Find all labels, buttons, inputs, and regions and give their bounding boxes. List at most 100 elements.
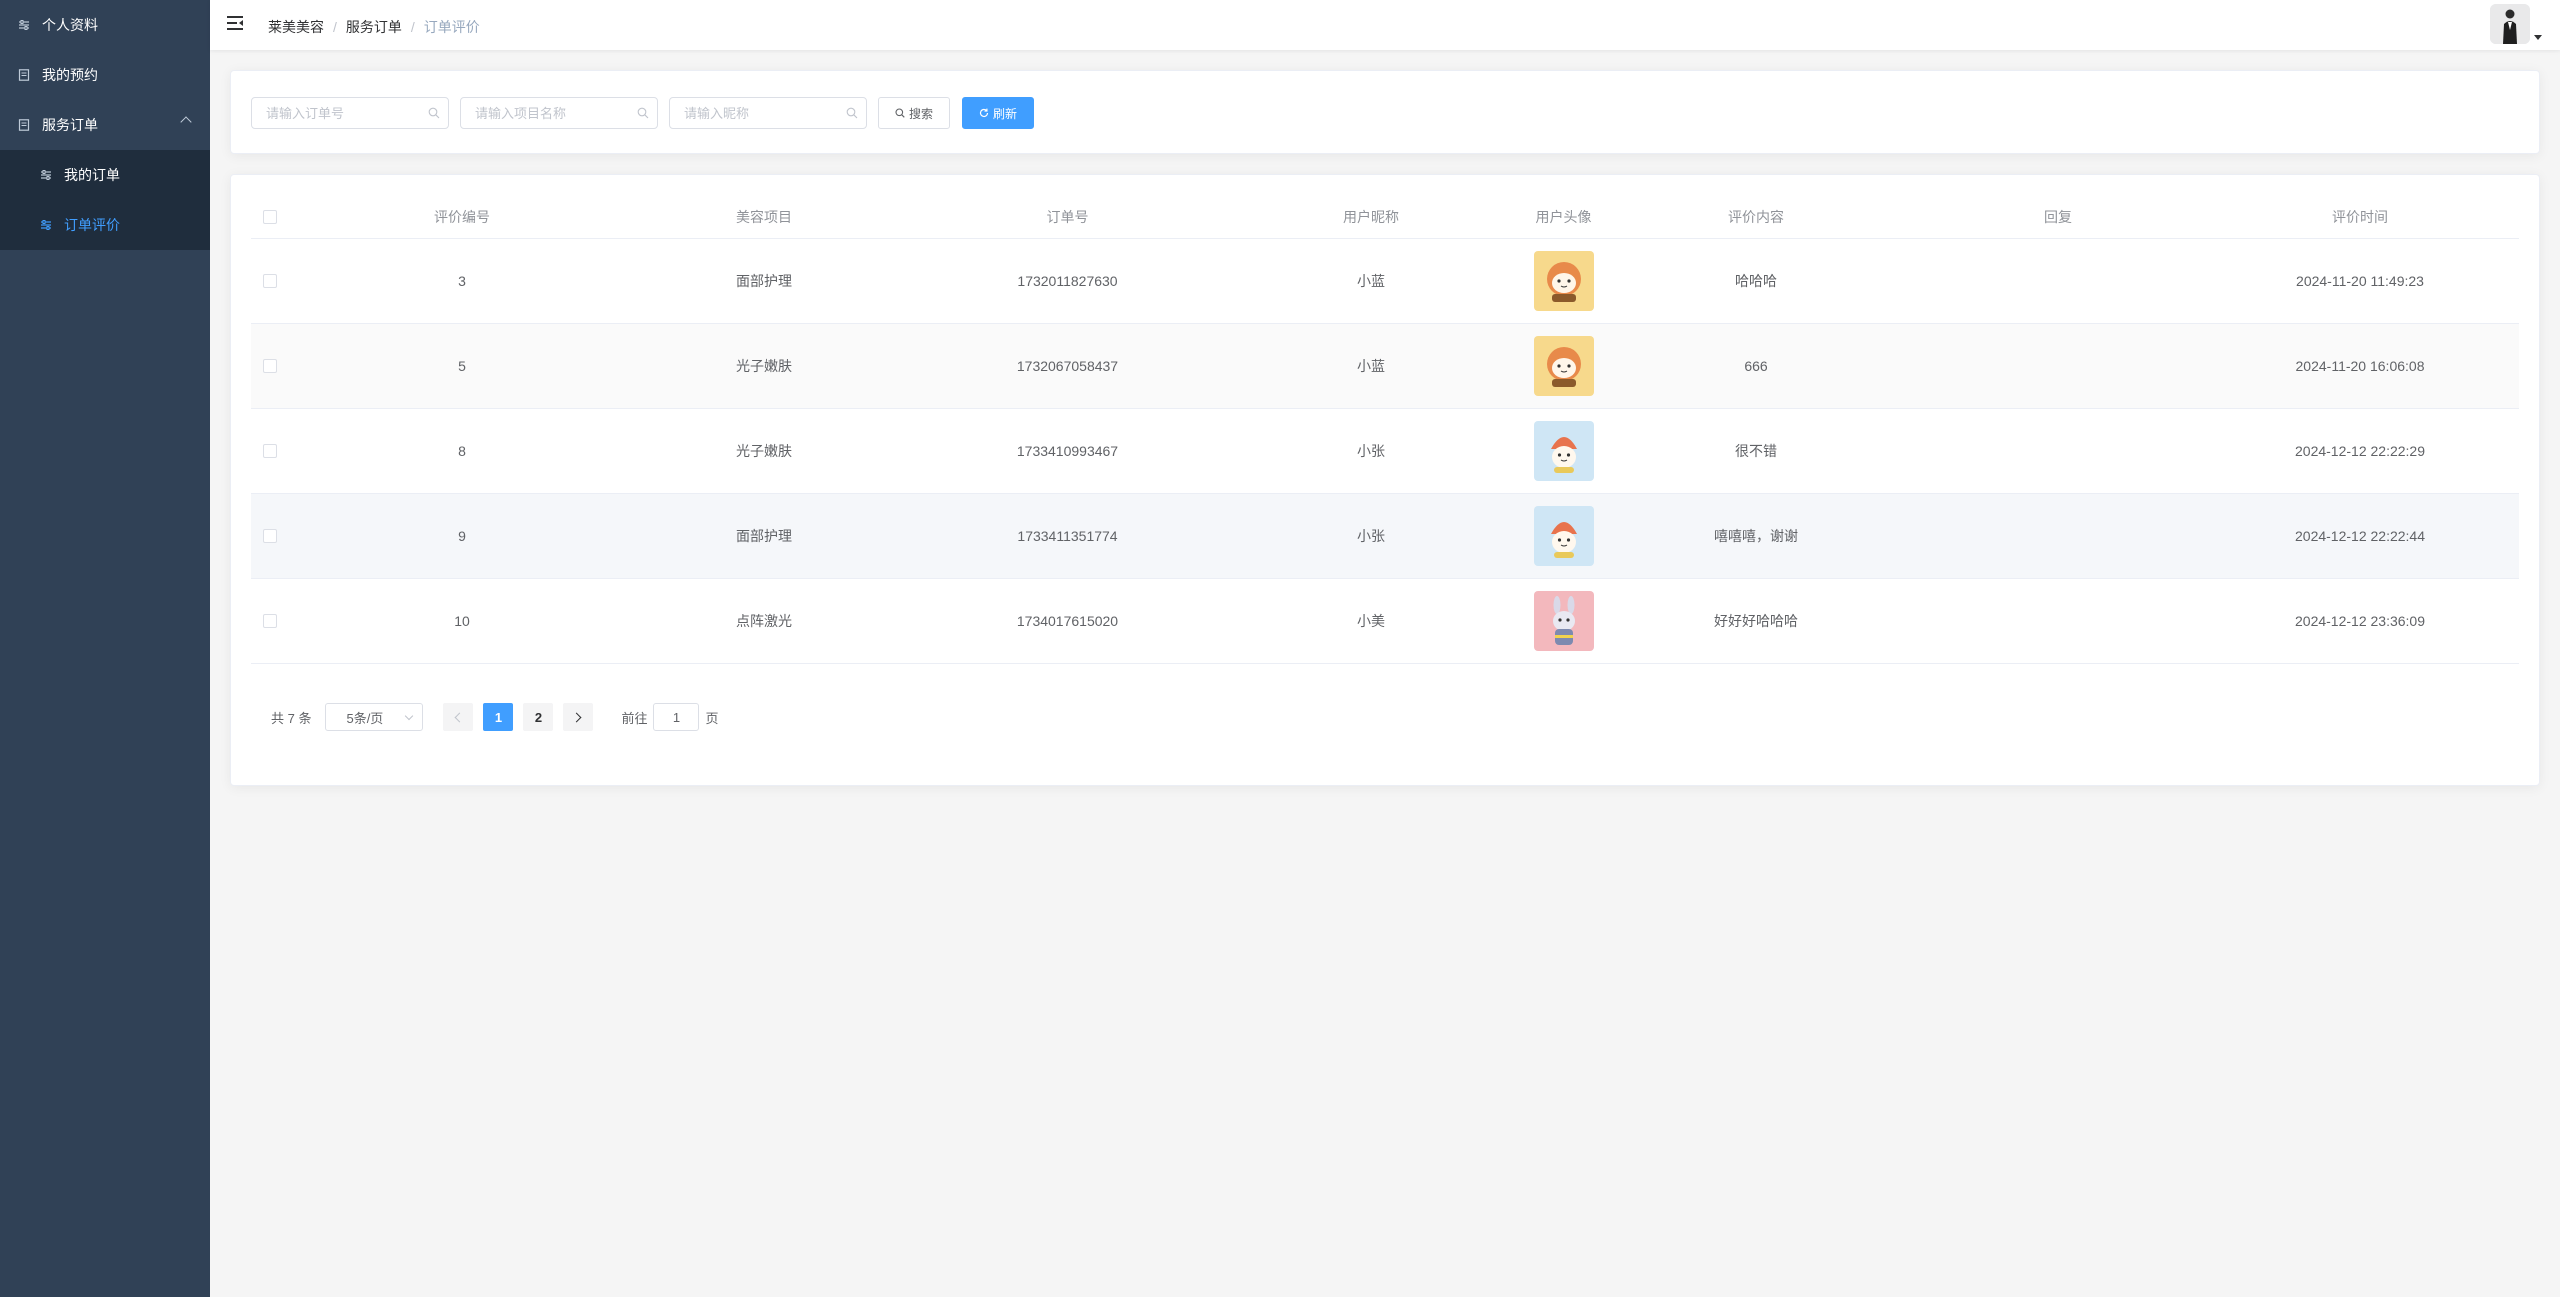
search-icon xyxy=(846,107,858,119)
review-id-cell: 5 xyxy=(458,358,466,374)
page-jumper-suffix: 页 xyxy=(705,710,719,726)
page-number-button[interactable]: 1 xyxy=(483,703,514,731)
row-checkbox-cell xyxy=(251,324,287,408)
chevron-up-icon xyxy=(180,116,192,128)
refresh-button-label: 刷新 xyxy=(992,106,1017,121)
table-row[interactable]: 3 面部护理 1732011827630 小蓝 哈哈哈 2024-11-20 1… xyxy=(251,239,2519,324)
sidebar-item-service-orders[interactable]: 服务订单 xyxy=(0,100,210,150)
review-content-cell: 好好好哈哈哈 xyxy=(1714,613,1798,629)
avatar-cell xyxy=(1498,324,1629,408)
avatar[interactable] xyxy=(2490,4,2530,44)
sidebar: 个人资料 我的预约 服务订单 我的订单 订单评价 xyxy=(0,0,210,1297)
order-number-input[interactable] xyxy=(266,98,426,128)
reviews-table: 评价编号 美容项目 订单号 用户昵称 用户头像 评价内容 回复 评价时间 3 面… xyxy=(251,195,2519,664)
review-time-cell: 2024-12-12 22:22:29 xyxy=(2295,443,2425,459)
sidebar-item-label: 我的预约 xyxy=(42,67,98,83)
nickname-search-field[interactable] xyxy=(669,97,867,129)
sliders-icon xyxy=(40,169,52,181)
row-checkbox-cell xyxy=(251,239,287,323)
user-avatar-image[interactable] xyxy=(1533,421,1594,481)
top-navbar: 莱美美容 / 服务订单 / 订单评价 xyxy=(210,0,2560,50)
page-size-value: 5条/页 xyxy=(346,710,384,726)
avatar-cell xyxy=(1498,494,1629,578)
sidebar-item-label: 我的订单 xyxy=(64,167,120,183)
beauty-item-cell: 面部护理 xyxy=(736,528,792,544)
sidebar-item-order-reviews[interactable]: 订单评价 xyxy=(0,200,210,250)
chevron-left-icon xyxy=(455,712,465,722)
review-content-cell: 666 xyxy=(1744,358,1768,374)
user-avatar-image[interactable] xyxy=(1533,591,1594,651)
reply-cell xyxy=(1883,579,2233,663)
search-icon xyxy=(895,108,905,118)
order-number-cell: 1734017615020 xyxy=(1016,613,1119,629)
table-row[interactable]: 9 面部护理 1733411351774 小张 嘻嘻嘻，谢谢 2024-12-1… xyxy=(251,494,2519,579)
user-avatar-image[interactable] xyxy=(1533,251,1594,311)
caret-down-icon xyxy=(2534,35,2542,40)
column-header: 评价编号 xyxy=(434,208,490,225)
order-number-cell: 1733411351774 xyxy=(1017,528,1118,544)
refresh-button[interactable]: 刷新 xyxy=(962,97,1034,129)
review-id-cell: 9 xyxy=(458,528,466,544)
submenu-service-orders: 我的订单 订单评价 xyxy=(0,150,210,250)
reply-cell xyxy=(1883,494,2233,578)
beauty-item-cell: 点阵激光 xyxy=(736,613,792,629)
user-avatar-image[interactable] xyxy=(1533,506,1594,566)
row-checkbox[interactable] xyxy=(263,274,277,288)
breadcrumb-current: 订单评价 xyxy=(423,19,480,35)
table-row[interactable]: 5 光子嫩肤 1732067058437 小蓝 666 2024-11-20 1… xyxy=(251,324,2519,409)
column-header: 用户头像 xyxy=(1535,208,1592,225)
column-header: 评价时间 xyxy=(2332,208,2388,225)
nickname-input[interactable] xyxy=(684,98,844,128)
user-avatar-dropdown[interactable] xyxy=(2490,4,2542,44)
nickname-cell: 小蓝 xyxy=(1357,273,1385,289)
nickname-cell: 小张 xyxy=(1357,443,1385,459)
breadcrumb-service-orders[interactable]: 服务订单 xyxy=(346,17,402,37)
row-checkbox[interactable] xyxy=(263,529,277,543)
column-header: 用户昵称 xyxy=(1343,208,1399,225)
sidebar-item-label: 服务订单 xyxy=(42,117,98,133)
review-time-cell: 2024-11-20 11:49:23 xyxy=(2296,273,2424,289)
nickname-cell: 小美 xyxy=(1357,613,1385,629)
refresh-icon xyxy=(979,108,989,118)
nickname-cell: 小蓝 xyxy=(1357,358,1385,374)
order-number-search-field[interactable] xyxy=(251,97,449,129)
reviews-table-panel: 评价编号 美容项目 订单号 用户昵称 用户头像 评价内容 回复 评价时间 3 面… xyxy=(230,174,2540,786)
review-id-cell: 8 xyxy=(458,443,466,459)
search-icon xyxy=(428,107,440,119)
avatar-cell xyxy=(1498,409,1629,493)
review-content-cell: 很不错 xyxy=(1735,443,1777,459)
page-number-button[interactable]: 2 xyxy=(523,703,554,731)
sidebar-item-appointments[interactable]: 我的预约 xyxy=(0,50,210,100)
column-header: 评价内容 xyxy=(1728,208,1784,225)
table-row[interactable]: 10 点阵激光 1734017615020 小美 好好好哈哈哈 2024-12-… xyxy=(251,579,2519,664)
sidebar-item-my-orders[interactable]: 我的订单 xyxy=(0,150,210,200)
beauty-item-cell: 光子嫩肤 xyxy=(736,358,792,374)
table-row[interactable]: 8 光子嫩肤 1733410993467 小张 很不错 2024-12-12 2… xyxy=(251,409,2519,494)
review-id-cell: 3 xyxy=(458,273,466,289)
column-header: 美容项目 xyxy=(736,208,792,225)
search-button-label: 搜索 xyxy=(908,106,933,121)
select-all-checkbox[interactable] xyxy=(263,209,277,224)
page-size-select[interactable]: 5条/页 xyxy=(325,703,424,731)
search-panel: 搜索 刷新 xyxy=(230,70,2540,154)
sidebar-item-profile[interactable]: 个人资料 xyxy=(0,0,210,50)
row-checkbox[interactable] xyxy=(263,359,277,373)
project-name-search-field[interactable] xyxy=(460,97,658,129)
sliders-icon xyxy=(40,219,52,231)
row-checkbox[interactable] xyxy=(263,614,277,628)
page-jumper-input[interactable] xyxy=(653,703,700,731)
reply-cell xyxy=(1883,409,2233,493)
prev-page-button[interactable] xyxy=(443,703,474,731)
review-time-cell: 2024-12-12 22:22:44 xyxy=(2295,528,2425,544)
row-checkbox[interactable] xyxy=(263,444,277,458)
document-icon xyxy=(18,119,30,131)
breadcrumb-home[interactable]: 莱美美容 xyxy=(268,17,324,37)
hamburger-menu-icon[interactable] xyxy=(227,16,243,30)
project-name-input[interactable] xyxy=(475,98,635,128)
beauty-item-cell: 面部护理 xyxy=(736,273,792,289)
user-avatar-image[interactable] xyxy=(1533,336,1594,396)
row-checkbox-cell xyxy=(251,579,287,663)
search-button[interactable]: 搜索 xyxy=(878,97,950,129)
order-number-cell: 1732067058437 xyxy=(1016,358,1119,374)
next-page-button[interactable] xyxy=(563,703,594,731)
